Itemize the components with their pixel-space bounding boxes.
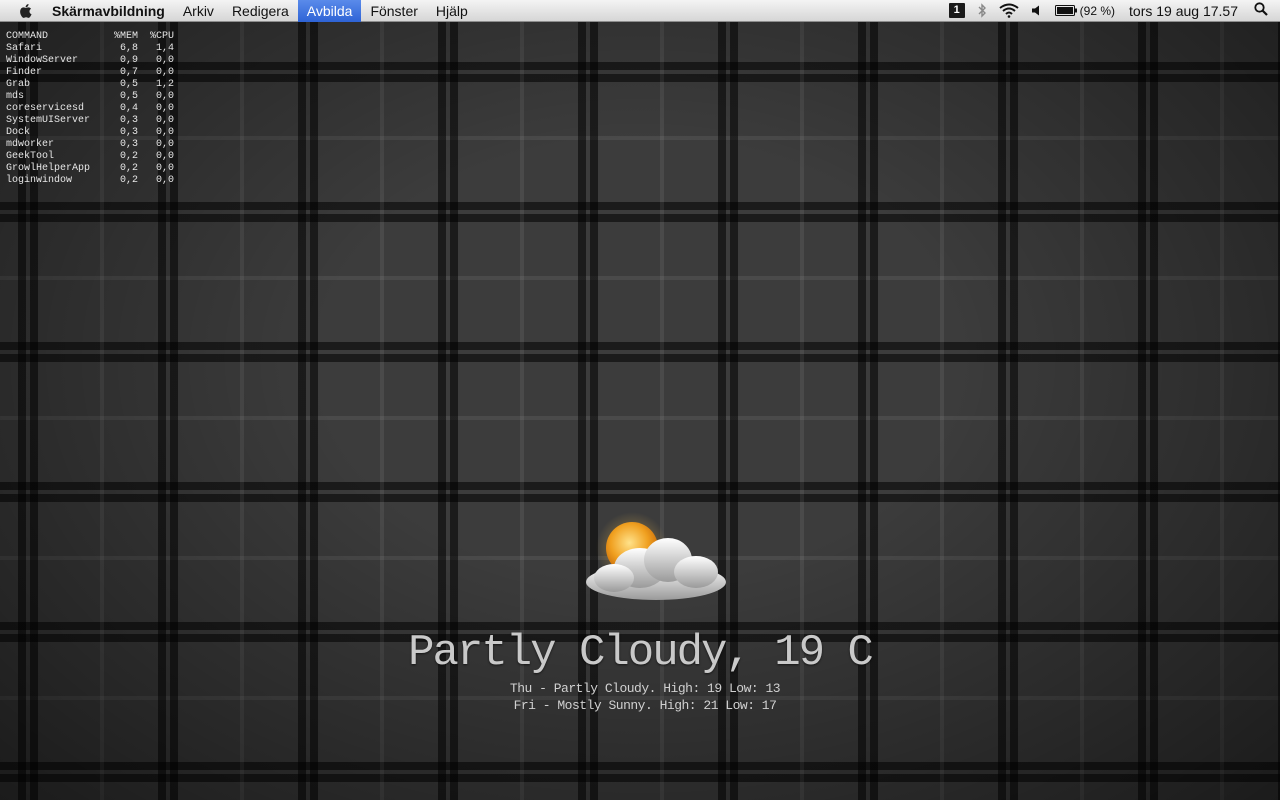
process-cpu: 1,4: [155, 43, 174, 54]
status-area: 1 (92 %) tors 19 aug 17.57: [943, 0, 1280, 22]
menu-redigera[interactable]: Redigera: [223, 0, 298, 22]
process-command: WindowServer: [6, 55, 79, 66]
spaces-icon[interactable]: 1: [943, 0, 971, 22]
process-command: GeekTool: [6, 151, 55, 162]
process-cpu: 1,2: [155, 79, 174, 90]
menu-fonster[interactable]: Fönster: [361, 0, 426, 22]
process-mem: 0,5: [119, 91, 138, 102]
spaces-number: 1: [948, 3, 965, 18]
process-row: WindowServer 0,9 0,0: [6, 55, 174, 67]
process-mem: 0,5: [119, 79, 138, 90]
process-command: mdworker: [6, 139, 55, 150]
process-cpu: 0,0: [155, 67, 174, 78]
process-cpu: 0,0: [155, 91, 174, 102]
menu-clock[interactable]: tors 19 aug 17.57: [1121, 3, 1246, 19]
bluetooth-icon[interactable]: [971, 0, 993, 22]
process-cpu: 0,0: [155, 139, 174, 150]
volume-icon[interactable]: [1025, 0, 1049, 22]
process-list: COMMAND %MEM %CPU Safari 6,8 1,4 WindowSer…: [6, 31, 174, 187]
process-mem: 0,2: [119, 163, 138, 174]
process-row: GrowlHelperApp 0,2 0,0: [6, 163, 174, 175]
process-command: loginwindow: [6, 175, 73, 186]
process-row: GeekTool 0,2 0,0: [6, 151, 174, 163]
menu-app-name[interactable]: Skärmavbildning: [48, 0, 174, 22]
battery-icon[interactable]: (92 %): [1049, 0, 1121, 22]
process-cpu: 0,0: [155, 163, 174, 174]
process-row: Dock 0,3 0,0: [6, 127, 174, 139]
process-mem: 6,8: [119, 43, 138, 54]
process-command: Dock: [6, 127, 31, 138]
menu-hjalp[interactable]: Hjälp: [427, 0, 477, 22]
menu-avbilda[interactable]: Avbilda: [297, 0, 362, 22]
wifi-icon[interactable]: [993, 0, 1025, 22]
process-command: mds: [6, 91, 25, 102]
process-cpu: 0,0: [155, 175, 174, 186]
process-mem: 0,3: [119, 115, 138, 126]
menu-arkiv[interactable]: Arkiv: [174, 0, 223, 22]
process-command: coreservicesd: [6, 103, 85, 114]
process-cpu: 0,0: [155, 103, 174, 114]
process-mem: 0,3: [119, 139, 138, 150]
process-mem: 0,3: [119, 127, 138, 138]
process-command: SystemUIServer: [6, 115, 91, 126]
battery-percent: (92 %): [1079, 3, 1116, 18]
forecast-line: Fri - Mostly Sunny. High: 21 Low: 17: [513, 698, 777, 713]
process-row: Finder 0,7 0,0: [6, 67, 174, 79]
process-command: Finder: [6, 67, 43, 78]
wallpaper-vignette: [0, 0, 1280, 800]
process-cpu: 0,0: [155, 115, 174, 126]
spotlight-icon[interactable]: [1246, 2, 1280, 19]
process-command: Grab: [6, 79, 31, 90]
process-mem: 0,2: [119, 175, 138, 186]
process-cpu: 0,0: [155, 151, 174, 162]
process-row: mdworker 0,3 0,0: [6, 139, 174, 151]
process-cpu: 0,0: [155, 55, 174, 66]
header-command: COMMAND: [6, 31, 49, 42]
partly-cloudy-icon: [576, 508, 736, 617]
process-header: COMMAND %MEM %CPU: [6, 31, 174, 43]
process-row: Grab 0,5 1,2: [6, 79, 174, 91]
weather-current: Partly Cloudy, 19 C: [408, 628, 874, 678]
process-row: coreservicesd 0,4 0,0: [6, 103, 174, 115]
header-mem: %MEM: [113, 31, 138, 42]
header-cpu: %CPU: [149, 31, 174, 42]
process-mem: 0,2: [119, 151, 138, 162]
apple-menu-icon[interactable]: [14, 3, 36, 19]
process-cpu: 0,0: [155, 127, 174, 138]
process-row: loginwindow 0,2 0,0: [6, 175, 174, 187]
process-row: SystemUIServer 0,3 0,0: [6, 115, 174, 127]
process-mem: 0,9: [119, 55, 138, 66]
process-mem: 0,4: [119, 103, 138, 114]
menu-bar: Skärmavbildning Arkiv Redigera Avbilda F…: [0, 0, 1280, 22]
forecast-line: Thu - Partly Cloudy. High: 19 Low: 13: [509, 681, 781, 696]
process-command: GrowlHelperApp: [6, 163, 91, 174]
process-row: mds 0,5 0,0: [6, 91, 174, 103]
process-mem: 0,7: [119, 67, 138, 78]
process-row: Safari 6,8 1,4: [6, 43, 174, 55]
process-command: Safari: [6, 43, 43, 54]
